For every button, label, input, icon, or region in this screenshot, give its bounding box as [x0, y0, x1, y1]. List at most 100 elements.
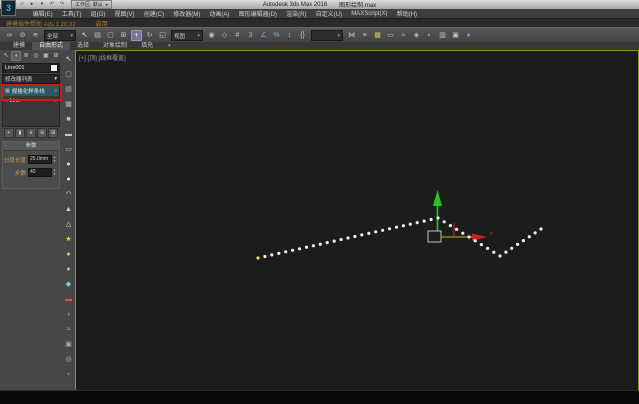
spline-vertex-dot[interactable]	[492, 250, 496, 254]
pyramid-icon[interactable]: △	[63, 217, 74, 232]
menu-item-9[interactable]: 渲染(R)	[282, 9, 312, 18]
box-icon[interactable]: ▢	[63, 67, 74, 82]
render-setup-icon[interactable]: ▥	[437, 30, 448, 41]
rendered-frame-window-icon[interactable]: ▣	[450, 30, 461, 41]
menu-item-5[interactable]: 创建(C)	[139, 9, 169, 18]
spline-vertex-dot[interactable]	[374, 230, 378, 234]
select-object-icon[interactable]: ↖	[79, 30, 90, 41]
curve-editor-icon[interactable]: ≈	[398, 30, 409, 41]
spline-vertex-dot[interactable]	[521, 239, 525, 243]
align-icon[interactable]: ≡	[359, 30, 370, 41]
spline-vertex-dot[interactable]	[436, 216, 440, 220]
spline-vertex-dot[interactable]	[486, 246, 490, 250]
object-color-swatch[interactable]	[50, 64, 58, 72]
menu-item-7[interactable]: 动画(A)	[205, 9, 234, 18]
viewport-label[interactable]: [+] [顶] [线框覆盖]	[79, 53, 126, 62]
render-production-icon[interactable]: ●	[463, 30, 474, 41]
spline-vertex-dot[interactable]	[360, 233, 364, 237]
menu-item-11[interactable]: MAXScript(X)	[347, 11, 393, 17]
grid-icon[interactable]: ▦	[63, 97, 74, 112]
spinner-snap-toggle-icon[interactable]: ↕	[284, 30, 295, 41]
select-and-manipulate-icon[interactable]: ◇	[219, 30, 230, 41]
named-selection-sets-dropdown[interactable]: ▾	[311, 30, 343, 41]
spinner-arrows[interactable]: ▲ ▼	[52, 168, 57, 176]
ribbon-tab-2[interactable]: 自由形式	[32, 42, 71, 50]
ribbon-config-icon[interactable]: ▾	[168, 42, 171, 50]
unlink-selection-icon[interactable]: ⊘	[17, 30, 28, 41]
menu-item-3[interactable]: 组(G)	[86, 9, 110, 18]
select-and-link-icon[interactable]: ∞	[4, 30, 15, 41]
dome-icon[interactable]: ◠	[63, 187, 74, 202]
param-value-field[interactable]: 25.0mm	[28, 155, 52, 164]
window-crossing-toggle-icon[interactable]: ⊞	[118, 30, 129, 41]
plane-icon[interactable]: ▭	[63, 142, 74, 157]
open-folder-icon[interactable]: ▸	[28, 1, 36, 8]
spline-vertex-dot[interactable]	[455, 227, 459, 231]
angle-snap-toggle-icon[interactable]: ∠	[258, 30, 269, 41]
graphite-ribbon-toggle-icon[interactable]: ▭	[385, 30, 396, 41]
selection-filter-dropdown[interactable]: 全部 ▾	[44, 30, 76, 41]
menu-item-12[interactable]: 帮助(H)	[392, 9, 422, 18]
select-and-move-icon[interactable]: +	[131, 30, 142, 41]
max-logo-icon[interactable]: 3	[1, 0, 16, 16]
ribbon-tab-5[interactable]: 填充	[134, 42, 160, 50]
stack-item-2[interactable]: ≈ Line ○	[3, 96, 59, 106]
modify-tab[interactable]: ◖	[11, 51, 21, 61]
motion-tab[interactable]: ◎	[31, 51, 41, 61]
save-icon[interactable]: ▾	[38, 1, 46, 8]
spline-vertex-dot[interactable]	[367, 231, 371, 235]
spline-vertex-dot[interactable]	[442, 220, 446, 224]
spline-vertex-dot[interactable]	[284, 250, 288, 254]
gizmo-x-arrowhead[interactable]	[472, 233, 487, 241]
mirror-icon[interactable]: ⋈	[346, 30, 357, 41]
ribbon-tab-1[interactable]: 建模	[6, 42, 32, 50]
select-by-name-icon[interactable]: ▤	[92, 30, 103, 41]
tan-sphere-icon[interactable]: ●	[63, 262, 74, 277]
undo-icon[interactable]: ↶	[48, 1, 56, 8]
hierarchy-tab[interactable]: ≣	[21, 51, 31, 61]
display-tab[interactable]: ▣	[41, 51, 51, 61]
capsule-icon[interactable]: ▬	[63, 292, 74, 307]
gizmo-y-arrowhead[interactable]	[433, 190, 442, 206]
show-end-result-button[interactable]: ▮	[15, 128, 25, 138]
utilities-tab[interactable]: ⊞	[51, 51, 61, 61]
spline-vertex-dot[interactable]	[277, 251, 281, 255]
star-light-icon[interactable]: ★	[63, 232, 74, 247]
spline-vertex-dot[interactable]	[353, 234, 357, 239]
ribbon-tab-3[interactable]: 选择	[70, 42, 96, 50]
redo-icon[interactable]: ↷	[58, 1, 66, 8]
spline-vertex-dot[interactable]	[387, 227, 392, 231]
rectangular-selection-region-icon[interactable]: ▢	[105, 30, 116, 41]
percent-snap-toggle-icon[interactable]: %	[271, 30, 282, 41]
ribbon-tab-4[interactable]: 对象绘制	[96, 42, 134, 50]
modifier-stack[interactable]: ▦ 规格化样条线 ○ ≈ Line ○	[1, 84, 62, 127]
spline-vertex-dot[interactable]	[291, 248, 295, 252]
sphere-icon[interactable]: ●	[63, 157, 74, 172]
object-name-field[interactable]: Line001	[2, 63, 60, 73]
use-pivot-point-center-icon[interactable]: ◉	[206, 30, 217, 41]
keyboard-shortcut-override-icon[interactable]: #	[232, 30, 243, 41]
geosphere-icon[interactable]: ●	[63, 172, 74, 187]
rollout-header[interactable]: - 参数	[3, 142, 59, 151]
schematic-view-icon[interactable]: ◈	[411, 30, 422, 41]
viewport-canvas[interactable]: x	[76, 51, 639, 392]
reference-coordinate-system-dropdown[interactable]: 视图 ▾	[171, 30, 203, 41]
snaps-toggle-3d-icon[interactable]: 3	[245, 30, 256, 41]
spinner-arrows[interactable]: ▲ ▼	[52, 155, 57, 163]
menu-item-4[interactable]: 视图(V)	[110, 9, 139, 18]
spline-vertex-dot[interactable]	[533, 231, 537, 235]
spline-vertex-dot[interactable]	[325, 241, 329, 245]
spline-vertex-dot[interactable]	[394, 225, 399, 229]
spline-vertex-dot[interactable]	[401, 224, 405, 228]
spline-vertex-dot[interactable]	[510, 246, 514, 250]
new-file-icon[interactable]: ▱	[18, 1, 26, 8]
pin-stack-button[interactable]: +	[4, 128, 14, 138]
spline-vertex-dot[interactable]	[527, 235, 531, 239]
spline-vertex-dot[interactable]	[304, 245, 309, 249]
spline-vertex-dot[interactable]	[448, 224, 452, 228]
spline-vertex-dot[interactable]	[297, 247, 302, 251]
spline-vertex-dot[interactable]	[479, 243, 483, 247]
select-and-rotate-icon[interactable]: ↻	[144, 30, 155, 41]
dot-icon[interactable]: ▪	[63, 367, 74, 382]
cube-icon[interactable]: ■	[63, 112, 74, 127]
